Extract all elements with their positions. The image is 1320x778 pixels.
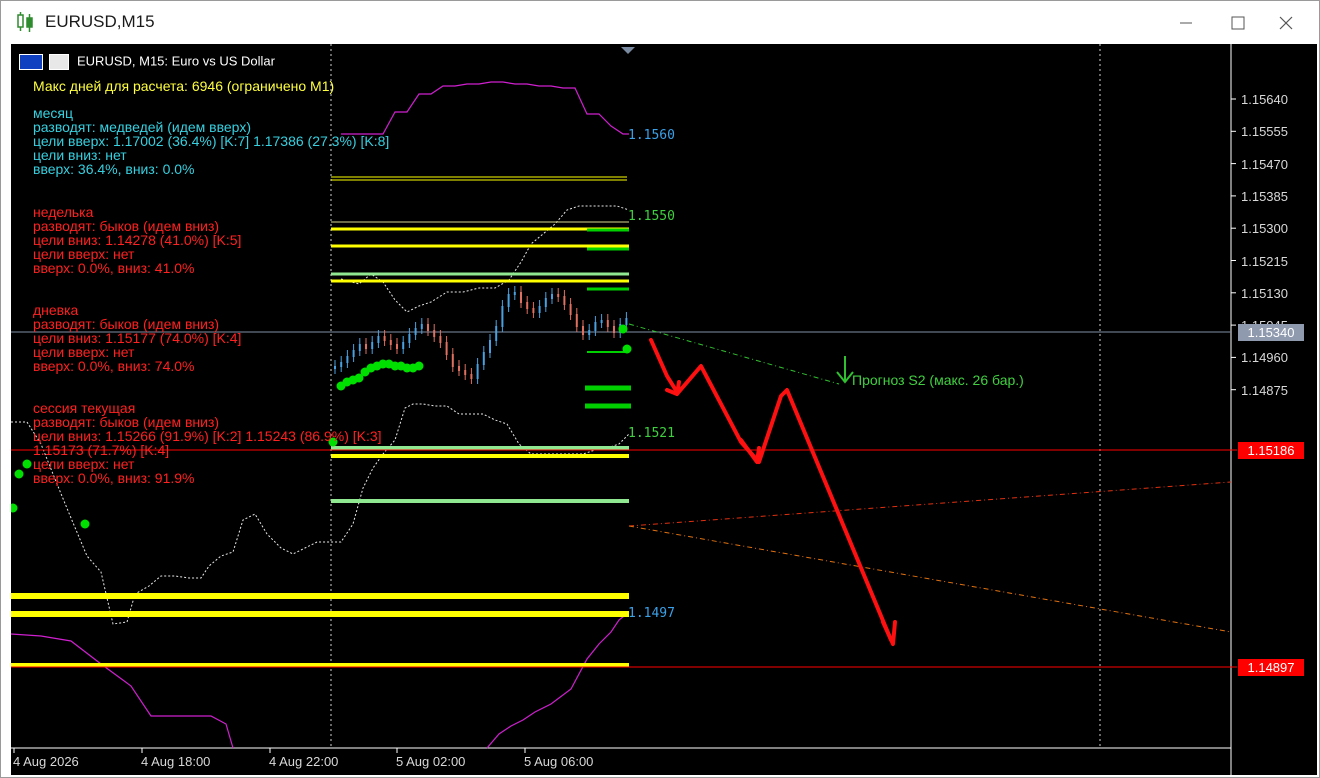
minimize-icon	[1180, 22, 1192, 24]
analysis-line: неделька	[33, 204, 94, 220]
analysis-block: сессия текущая разводят: быков (идем вниз…	[33, 401, 382, 485]
level-label-1550: 1.1550	[628, 209, 675, 224]
time-tick-label: 5 Aug 06:00	[524, 754, 594, 769]
level-label-1560: 1.1560	[628, 128, 675, 143]
trend-line-orange	[628, 525, 1232, 633]
window-title: EURUSD,M15	[45, 12, 155, 31]
price-tick-label: 1.14960	[1241, 350, 1288, 366]
analysis-line: цели вниз: 1.14278 (41.0%) [K:5]	[33, 232, 242, 248]
time-tick-label: 4 Aug 18:00	[141, 754, 211, 769]
analysis-line: цели вверх: нет	[33, 246, 135, 262]
analysis-line: вверх: 0.0%, вниз: 91.9%	[33, 470, 195, 486]
price-tick-label: 1.15555	[1241, 124, 1288, 140]
lower-channel-line	[486, 611, 630, 749]
chart-header: EURUSD, M15: Euro vs US Dollar	[19, 54, 275, 70]
analysis-block: дневка разводят: быков (идем вниз) цели вн…	[33, 303, 241, 373]
time-tick-label: 4 Aug 22:00	[269, 754, 339, 769]
lower-channel-line	[11, 633, 234, 749]
green-dot	[622, 344, 632, 354]
forecast-down-arrow-icon	[836, 356, 854, 384]
close-button[interactable]	[1263, 7, 1309, 39]
title-bar[interactable]: EURUSD,M15	[1, 1, 1319, 43]
analysis-line: цели вниз: 1.15266 (91.9%) [K:2] 1.15243…	[33, 428, 382, 444]
analysis-line: цели вверх: нет	[33, 344, 135, 360]
level-label-1497: 1.1497	[628, 606, 675, 621]
analysis-line: цели вниз: 1.15177 (74.0%) [K:4]	[33, 330, 242, 346]
chart-type-icon	[49, 54, 69, 70]
analysis-line: дневка	[33, 302, 79, 318]
chart-window: EURUSD,M15 EURUSD, M15: Euro vs US Dolla…	[0, 0, 1320, 778]
analysis-line: разводят: быков (идем вниз)	[33, 218, 220, 234]
analysis-line: вверх: 0.0%, вниз: 74.0%	[33, 358, 195, 374]
current-price-box: 1.15340	[1238, 324, 1304, 341]
analysis-line: цели вверх: 1.17002 (36.4%) [K:7] 1.1738…	[33, 133, 390, 149]
price-tick-label: 1.15640	[1241, 92, 1288, 107]
close-icon	[1279, 16, 1293, 30]
price-tick-label: 1.15300	[1241, 221, 1288, 237]
green-dot	[414, 361, 424, 371]
analysis-line: цели вниз: нет	[33, 147, 127, 163]
green-dot	[14, 469, 24, 479]
price-tick-label: 1.15130	[1241, 285, 1288, 301]
price-tick-label: 1.15470	[1241, 156, 1288, 172]
forecast-line	[628, 323, 840, 385]
analysis-block: месяц разводят: медведей (идем вверх) цели…	[33, 106, 389, 176]
price-tick-label: 1.15385	[1241, 188, 1288, 204]
maximize-icon	[1231, 16, 1245, 30]
analysis-line: разводят: медведей (идем вверх)	[33, 119, 251, 135]
analysis-line: сессия текущая	[33, 400, 136, 416]
max-days-label: Макс дней для расчета: 6946 (ограничено …	[33, 78, 335, 94]
symbol-flag-icon	[19, 54, 43, 70]
shift-marker[interactable]	[621, 47, 635, 54]
maximize-button[interactable]	[1215, 7, 1261, 39]
green-dot	[11, 503, 18, 513]
analysis-line: месяц	[33, 105, 74, 121]
trend-line-red	[628, 481, 1232, 527]
red-level-box: 1.14897	[1238, 659, 1304, 676]
analysis-line: цели вверх: нет	[33, 456, 135, 472]
analysis-line: вверх: 36.4%, вниз: 0.0%	[33, 161, 195, 177]
green-dot	[22, 459, 32, 469]
price-tick-label: 1.15215	[1241, 253, 1288, 269]
chart-canvas[interactable]: EURUSD, M15: Euro vs US Dollar Макс дней…	[11, 44, 1317, 775]
forecast-label: Прогноз S2 (макс. 26 бар.)	[852, 372, 1024, 388]
level-label-1521: 1.1521	[628, 426, 675, 441]
green-dot	[80, 519, 90, 529]
time-tick-label: 4 Aug 2026	[13, 754, 79, 769]
price-tick-label: 1.14875	[1241, 382, 1288, 398]
candlestick-app-icon	[15, 11, 35, 33]
analysis-line: разводят: быков (идем вниз)	[33, 414, 220, 430]
red-level-box: 1.15186	[1238, 442, 1304, 459]
analysis-block: неделька разводят: быков (идем вниз) цели …	[33, 205, 241, 275]
time-tick-label: 5 Aug 02:00	[396, 754, 466, 769]
green-dot	[618, 324, 628, 334]
analysis-line: вверх: 0.0%, вниз: 41.0%	[33, 260, 195, 276]
analysis-line: 1.15173 (71.7%) [K:4]	[33, 442, 170, 458]
minimize-button[interactable]	[1163, 7, 1209, 39]
chart-header-text: EURUSD, M15: Euro vs US Dollar	[77, 53, 275, 69]
analysis-line: разводят: быков (идем вниз)	[33, 316, 220, 332]
